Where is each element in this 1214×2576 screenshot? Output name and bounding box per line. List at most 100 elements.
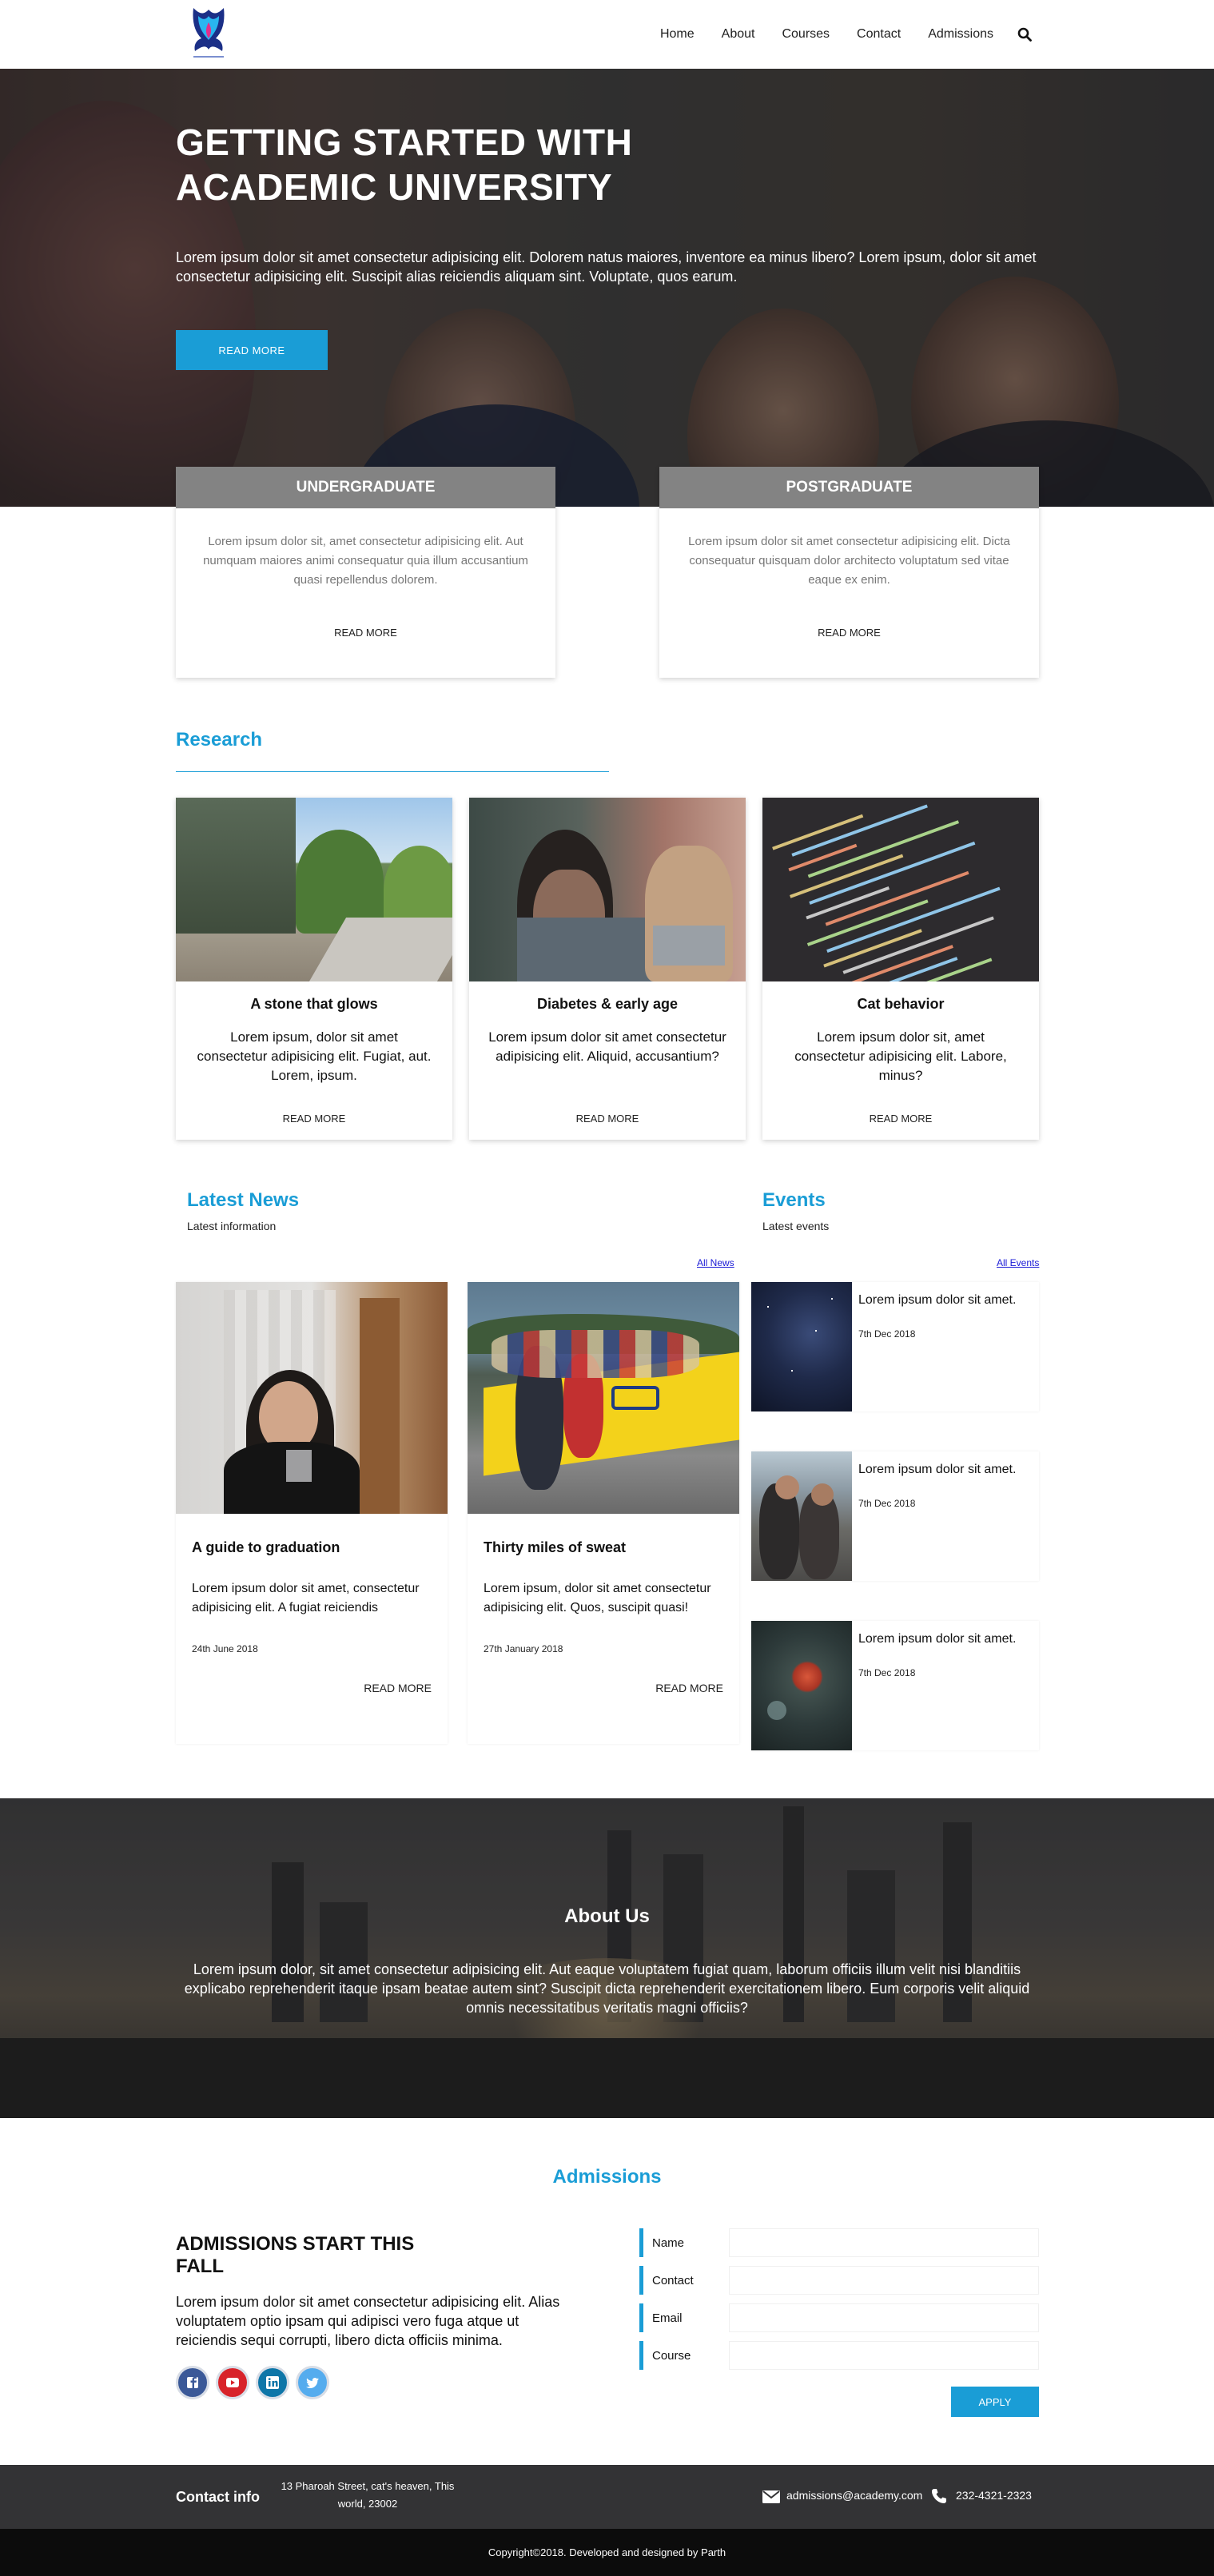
- email-field[interactable]: [729, 2303, 1039, 2332]
- research-card-title: Diabetes & early age: [536, 996, 679, 1012]
- hero-read-more-button[interactable]: READ MORE: [176, 330, 328, 370]
- about-heading: About Us: [564, 1905, 650, 1927]
- night-sky-photo: [751, 1282, 852, 1411]
- postgraduate-card: POSTGRADUATE Lorem ipsum dolor sit amet …: [659, 467, 1039, 678]
- news-card-text: Lorem ipsum dolor sit amet, consectetur …: [192, 1582, 420, 1614]
- field-accent-bar: [639, 2303, 643, 2332]
- footer-email[interactable]: admissions@academy.com: [786, 2489, 922, 2502]
- footer: Contact info 13 Pharoah Street, cat's he…: [0, 2465, 1214, 2529]
- event-card[interactable]: Lorem ipsum dolor sit amet. 7th Dec 2018: [751, 1282, 1039, 1411]
- event-date: 7th Dec 2018: [858, 1328, 916, 1340]
- research-card: Diabetes & early age Lorem ipsum dolor s…: [469, 798, 746, 1140]
- nav-home[interactable]: Home: [660, 27, 695, 42]
- program-card-title: UNDERGRADUATE: [176, 467, 555, 508]
- hero-text: Lorem ipsum dolor sit amet consectetur a…: [176, 249, 1037, 285]
- news-card-title: A guide to graduation: [192, 1539, 340, 1555]
- research-card: Cat behavior Lorem ipsum dolor sit, amet…: [762, 798, 1039, 1140]
- research-card-text: Lorem ipsum dolor sit, amet consectetur …: [794, 1029, 1007, 1083]
- admissions-text: Lorem ipsum dolor sit amet consectetur a…: [176, 2294, 560, 2348]
- name-field-row: Name: [639, 2228, 1039, 2257]
- news-read-more-link[interactable]: READ MORE: [655, 1682, 723, 1694]
- news-card: A guide to graduation Lorem ipsum dolor …: [176, 1282, 448, 1744]
- name-field[interactable]: [729, 2228, 1039, 2257]
- research-read-more-link[interactable]: READ MORE: [762, 1113, 1039, 1125]
- graduate-photo: [176, 1282, 448, 1514]
- event-card[interactable]: Lorem ipsum dolor sit amet. 7th Dec 2018: [751, 1621, 1039, 1750]
- hero-title: GETTING STARTED WITH ACADEMIC UNIVERSITY: [176, 121, 633, 208]
- event-date: 7th Dec 2018: [858, 1498, 916, 1509]
- nav-about[interactable]: About: [722, 27, 755, 42]
- copyright-bar: Copyright©2018. Developed and designed b…: [0, 2529, 1214, 2576]
- course-field[interactable]: [729, 2341, 1039, 2370]
- about-section: About Us Lorem ipsum dolor, sit amet con…: [0, 1798, 1214, 2118]
- event-title: Lorem ipsum dolor sit amet.: [858, 1632, 1017, 1646]
- event-title: Lorem ipsum dolor sit amet.: [858, 1463, 1017, 1476]
- footer-contact-label: Contact info: [176, 2489, 260, 2505]
- program-card-text: Lorem ipsum dolor sit, amet consectetur …: [203, 535, 528, 587]
- university-logo[interactable]: [184, 5, 233, 64]
- research-read-more-link[interactable]: READ MORE: [176, 1113, 452, 1125]
- about-text: Lorem ipsum dolor, sit amet consectetur …: [184, 1961, 1030, 2016]
- news-heading: Latest News: [187, 1189, 300, 1211]
- field-accent-bar: [639, 2266, 643, 2295]
- nav-contact[interactable]: Contact: [857, 27, 901, 42]
- facebook-icon[interactable]: [176, 2366, 209, 2399]
- all-news-link[interactable]: All News: [697, 1257, 734, 1268]
- envelope-icon: [762, 2490, 780, 2503]
- research-card-title: Cat behavior: [857, 996, 945, 1012]
- footer-address: 13 Pharoah Street, cat's heaven, This wo…: [281, 2480, 455, 2510]
- email-label: Email: [652, 2311, 683, 2325]
- contact-field-row: Contact: [639, 2266, 1039, 2295]
- research-card-text: Lorem ipsum dolor sit amet consectetur a…: [488, 1029, 726, 1064]
- news-card: Thirty miles of sweat Lorem ipsum, dolor…: [468, 1282, 739, 1744]
- event-card[interactable]: Lorem ipsum dolor sit amet. 7th Dec 2018: [751, 1451, 1039, 1581]
- cycling-race-photo: [468, 1282, 739, 1514]
- program-card-title: POSTGRADUATE: [659, 467, 1039, 508]
- contact-label: Contact: [652, 2274, 694, 2287]
- undergraduate-card: UNDERGRADUATE Lorem ipsum dolor sit, ame…: [176, 467, 555, 678]
- contact-field[interactable]: [729, 2266, 1039, 2295]
- event-date: 7th Dec 2018: [858, 1667, 916, 1678]
- course-field-row: Course: [639, 2341, 1039, 2370]
- name-label: Name: [652, 2236, 685, 2250]
- program-card-text: Lorem ipsum dolor sit amet consectetur a…: [688, 535, 1010, 587]
- all-events-link[interactable]: All Events: [997, 1257, 1039, 1268]
- field-accent-bar: [639, 2341, 643, 2370]
- field-accent-bar: [639, 2228, 643, 2257]
- news-subtitle: Latest information: [187, 1220, 277, 1232]
- linkedin-icon[interactable]: [256, 2366, 289, 2399]
- admissions-subheading: ADMISSIONS START THIS FALL: [176, 2233, 415, 2277]
- news-card-date: 27th January 2018: [484, 1643, 563, 1654]
- footer-phone[interactable]: 232-4321-2323: [956, 2489, 1032, 2502]
- top-navbar: Home About Courses Contact Admissions: [0, 0, 1214, 69]
- news-card-date: 24th June 2018: [192, 1643, 258, 1654]
- apply-button[interactable]: APPLY: [951, 2387, 1039, 2417]
- program-read-more-link[interactable]: READ MORE: [659, 627, 1039, 639]
- students-laptop-photo: [469, 798, 746, 981]
- flower-photo: [751, 1621, 852, 1750]
- event-title: Lorem ipsum dolor sit amet.: [858, 1293, 1017, 1307]
- nav-courses[interactable]: Courses: [782, 27, 830, 42]
- search-icon[interactable]: [1017, 27, 1032, 42]
- code-screen-photo: [762, 798, 1039, 981]
- events-heading: Events: [762, 1189, 826, 1211]
- course-label: Course: [652, 2349, 691, 2363]
- youtube-icon[interactable]: [216, 2366, 249, 2399]
- email-field-row: Email: [639, 2303, 1039, 2332]
- building-photo: [176, 798, 452, 981]
- research-heading: Research: [176, 729, 263, 751]
- research-card: A stone that glows Lorem ipsum, dolor si…: [176, 798, 452, 1140]
- program-read-more-link[interactable]: READ MORE: [176, 627, 555, 639]
- nav-admissions[interactable]: Admissions: [928, 27, 993, 42]
- research-read-more-link[interactable]: READ MORE: [469, 1113, 746, 1125]
- phone-icon: [932, 2489, 946, 2503]
- news-card-title: Thirty miles of sweat: [484, 1539, 627, 1555]
- news-card-text: Lorem ipsum, dolor sit amet consectetur …: [484, 1582, 711, 1614]
- hero-banner: GETTING STARTED WITH ACADEMIC UNIVERSITY…: [0, 69, 1214, 507]
- twitter-icon[interactable]: [296, 2366, 329, 2399]
- admissions-heading: Admissions: [552, 2166, 662, 2188]
- about-overlay: [0, 1798, 1214, 2118]
- research-card-text: Lorem ipsum, dolor sit amet consectetur …: [197, 1029, 432, 1083]
- research-card-title: A stone that glows: [250, 996, 378, 1012]
- news-read-more-link[interactable]: READ MORE: [364, 1682, 432, 1694]
